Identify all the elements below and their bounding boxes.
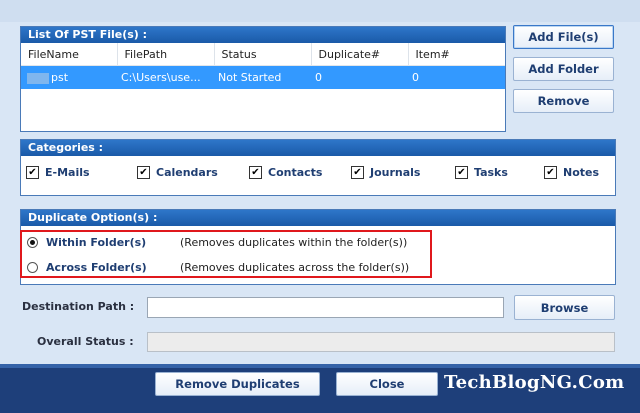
table-row[interactable]: pst C:\Users\use... Not Started 0 0 (21, 65, 505, 89)
overall-status-label: Overall Status : (37, 335, 134, 348)
cell-filename: pst (21, 65, 117, 89)
pst-list-header: List Of PST File(s) : (21, 27, 505, 43)
category-journals-label: Journals (370, 166, 421, 179)
category-notes[interactable]: ✔ Notes (544, 166, 599, 179)
across-folders-description: (Removes duplicates across the folder(s)… (180, 261, 410, 274)
cell-item: 0 (408, 65, 505, 89)
category-contacts-label: Contacts (268, 166, 323, 179)
category-notes-label: Notes (563, 166, 600, 179)
cell-filename-text: pst (51, 71, 69, 84)
remove-button[interactable]: Remove (513, 89, 614, 113)
within-folders-description: (Removes duplicates within the folder(s)… (180, 236, 408, 249)
category-calendars-label: Calendars (156, 166, 218, 179)
column-header-filename[interactable]: FileName (21, 43, 118, 66)
remove-duplicates-button[interactable]: Remove Duplicates (155, 372, 320, 396)
column-header-filepath[interactable]: FilePath (117, 43, 215, 66)
cell-filepath: C:\Users\use... (117, 65, 214, 89)
duplicate-options-header: Duplicate Option(s) : (21, 210, 615, 226)
across-folders-radio[interactable] (27, 262, 38, 273)
categories-header: Categories : (21, 140, 615, 156)
calendars-checkbox[interactable]: ✔ (137, 166, 150, 179)
contacts-checkbox[interactable]: ✔ (249, 166, 262, 179)
notes-checkbox[interactable]: ✔ (544, 166, 557, 179)
category-tasks[interactable]: ✔ Tasks (455, 166, 508, 179)
categories-group: Categories : ✔ E-Mails ✔ Calendars ✔ Contac… (20, 139, 616, 196)
within-folders-radio[interactable] (27, 237, 38, 248)
watermark-text: TechBlogNG.Com (444, 372, 625, 393)
pst-file-table: FileName FilePath Status Duplicate# Item… (21, 43, 505, 89)
column-header-duplicate[interactable]: Duplicate# (311, 43, 409, 66)
browse-button[interactable]: Browse (514, 295, 615, 320)
option-within-folders[interactable]: Within Folder(s) (Removes duplicates wit… (27, 236, 407, 249)
top-strip (0, 0, 640, 22)
column-header-status[interactable]: Status (214, 43, 312, 66)
journals-checkbox[interactable]: ✔ (351, 166, 364, 179)
destination-path-input[interactable] (147, 297, 504, 318)
destination-path-label: Destination Path : (22, 300, 135, 313)
footer-bar-edge (0, 364, 640, 368)
category-emails-label: E-Mails (45, 166, 90, 179)
category-calendars[interactable]: ✔ Calendars (137, 166, 218, 179)
option-across-folders[interactable]: Across Folder(s) (Removes duplicates acr… (27, 261, 409, 274)
category-tasks-label: Tasks (474, 166, 508, 179)
tasks-checkbox[interactable]: ✔ (455, 166, 468, 179)
overall-status-bar (147, 332, 615, 352)
category-emails[interactable]: ✔ E-Mails (26, 166, 90, 179)
column-header-item[interactable]: Item# (408, 43, 505, 66)
table-header-row: FileName FilePath Status Duplicate# Item… (21, 43, 505, 66)
redacted-filename (27, 72, 49, 84)
close-button[interactable]: Close (336, 372, 438, 396)
pst-list-group: List Of PST File(s) : FileName FilePath … (20, 26, 506, 132)
add-files-button[interactable]: Add File(s) (513, 25, 614, 49)
across-folders-label: Across Folder(s) (46, 261, 147, 274)
category-contacts[interactable]: ✔ Contacts (249, 166, 322, 179)
add-folder-button[interactable]: Add Folder (513, 57, 614, 81)
within-folders-label: Within Folder(s) (46, 236, 147, 249)
cell-duplicate: 0 (311, 65, 408, 89)
category-journals[interactable]: ✔ Journals (351, 166, 420, 179)
cell-status: Not Started (214, 65, 311, 89)
emails-checkbox[interactable]: ✔ (26, 166, 39, 179)
